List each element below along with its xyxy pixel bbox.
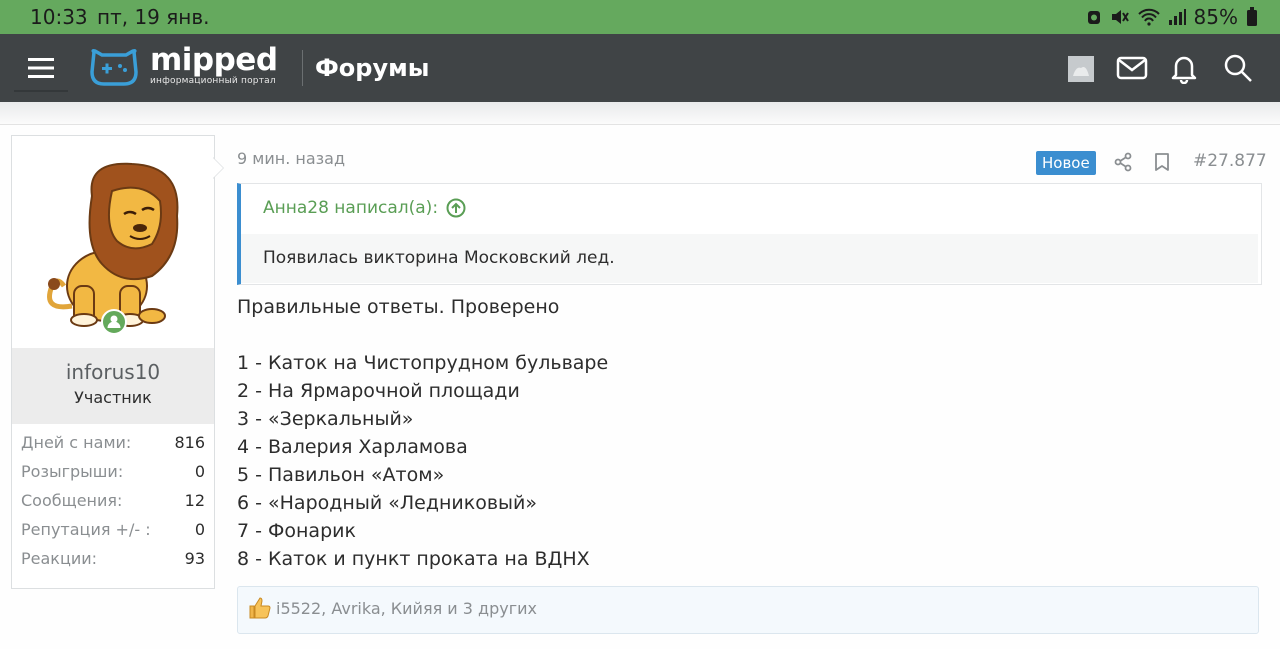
user-role: Участник xyxy=(74,388,152,407)
battery-icon xyxy=(1246,7,1258,27)
answer-line: 2 - На Ярмарочной площади xyxy=(237,380,520,402)
status-time: 10:33 xyxy=(30,5,88,29)
stat-label: Сообщения: xyxy=(21,491,123,510)
mail-icon xyxy=(1116,56,1148,80)
status-bar: 10:33 пт, 19 янв. 85% xyxy=(0,0,1280,34)
username[interactable]: inforus10 xyxy=(12,360,214,384)
reactions-list[interactable]: i5522, Avrika, Кийяя и 3 других xyxy=(276,599,537,618)
bell-icon xyxy=(1171,56,1197,85)
quote-body: Появилась викторина Московский лед. xyxy=(241,234,1258,283)
answer-line: 3 - «Зеркальный» xyxy=(237,408,414,430)
stat-label: Розыгрыши: xyxy=(21,462,124,481)
top-navbar: mipped информационный портал Форумы xyxy=(0,34,1280,102)
new-badge: Новое xyxy=(1036,151,1096,175)
post-intro: Правильные ответы. Проверено xyxy=(237,296,560,318)
thumbs-up-icon xyxy=(248,596,272,624)
logo-subtitle: информационный портал xyxy=(150,76,276,86)
stat-label: Дней с нами: xyxy=(21,433,132,452)
user-card: inforus10 Участник Дней с нами: 816 Розыг… xyxy=(11,135,215,589)
post-body: Правильные ответы. Проверено 1 - Каток н… xyxy=(237,293,608,573)
signal-icon xyxy=(1168,8,1186,26)
logo-text[interactable]: mipped информационный портал xyxy=(150,44,278,86)
stat-row: Реакции: 93 xyxy=(12,544,214,573)
share-button[interactable] xyxy=(1113,152,1133,176)
online-status-icon xyxy=(101,309,127,335)
alarm-icon xyxy=(1086,8,1102,26)
card-pointer xyxy=(213,158,223,178)
answer-line: 5 - Павильон «Атом» xyxy=(237,464,445,486)
stat-row: Сообщения: 12 xyxy=(12,486,214,515)
search-icon xyxy=(1224,54,1252,82)
quote-author[interactable]: Анна28 написал(а): xyxy=(263,198,438,218)
quote-text: Появилась викторина Московский лед. xyxy=(263,248,615,268)
search-button[interactable] xyxy=(1222,52,1254,88)
stat-value: 0 xyxy=(194,520,205,539)
gamepad-logo-icon xyxy=(90,48,138,86)
mute-icon xyxy=(1110,8,1130,26)
post-spacer xyxy=(237,321,608,349)
user-avatar[interactable] xyxy=(1068,56,1094,82)
arrow-up-circle-icon[interactable] xyxy=(446,198,466,218)
stat-row: Дней с нами: 816 xyxy=(12,428,214,457)
menu-button[interactable] xyxy=(14,46,68,92)
user-stats: Дней с нами: 816 Розыгрыши: 0 Сообщения: 12… xyxy=(12,428,214,573)
stat-label: Реакции: xyxy=(21,549,98,568)
post-number[interactable]: #27.877 xyxy=(1193,151,1267,171)
section-title[interactable]: Форумы xyxy=(315,54,429,82)
avatar-thumbnail-icon xyxy=(1068,56,1094,82)
post-time[interactable]: 9 мин. назад xyxy=(237,149,345,168)
share-icon xyxy=(1114,152,1132,172)
answer-line: 1 - Каток на Чистопрудном бульваре xyxy=(237,352,609,374)
answer-line: 8 - Каток и пункт проката на ВДНХ xyxy=(237,548,590,570)
answer-line: 4 - Валерия Харламова xyxy=(237,436,468,458)
stat-value: 12 xyxy=(184,491,205,510)
answer-line: 6 - «Народный «Ледниковый» xyxy=(237,492,537,514)
stat-value: 93 xyxy=(184,549,205,568)
menu-icon xyxy=(28,58,54,78)
reactions-bar: i5522, Avrika, Кийяя и 3 других xyxy=(237,586,1259,634)
stat-value: 816 xyxy=(174,433,205,452)
quote-header[interactable]: Анна28 написал(а): xyxy=(263,198,466,218)
header-divider xyxy=(302,50,303,86)
stat-value: 0 xyxy=(194,462,205,481)
nav-shadow xyxy=(0,102,1280,125)
status-icons: 85% xyxy=(1086,5,1258,29)
site-logo[interactable] xyxy=(90,48,138,88)
stat-row: Репутация +/- : 0 xyxy=(12,515,214,544)
mail-button[interactable] xyxy=(1116,52,1148,88)
logo-wordmark: mipped xyxy=(150,42,278,78)
quote-block: Анна28 написал(а): Появилась викторина М… xyxy=(237,183,1262,285)
bookmark-button[interactable] xyxy=(1153,152,1171,176)
user-namebox: inforus10 Участник xyxy=(12,348,214,424)
status-date: пт, 19 янв. xyxy=(97,5,210,29)
battery-percent: 85% xyxy=(1193,5,1238,29)
bookmark-icon xyxy=(1155,153,1169,171)
wifi-icon xyxy=(1137,8,1160,26)
answer-line: 7 - Фонарик xyxy=(237,520,356,542)
stat-row: Розыгрыши: 0 xyxy=(12,457,214,486)
notifications-button[interactable] xyxy=(1168,52,1200,88)
stat-label: Репутация +/- : xyxy=(21,520,151,539)
